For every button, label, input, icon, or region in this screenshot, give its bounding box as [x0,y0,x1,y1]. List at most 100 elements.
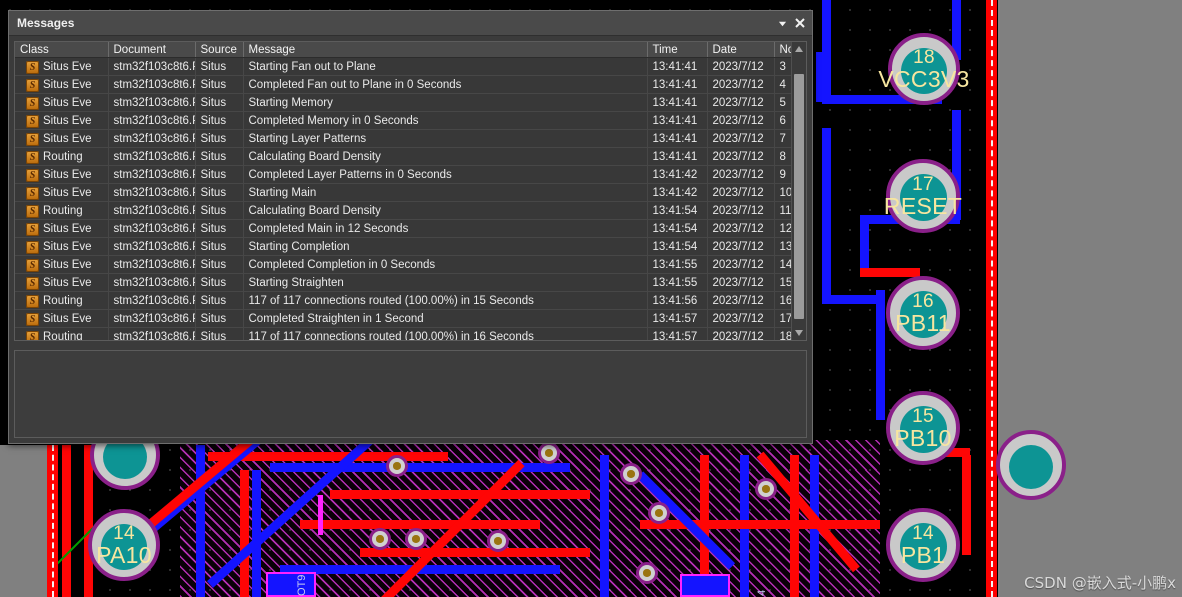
situs-s-icon: S [26,150,39,164]
table-row[interactable]: S Situs Eve stm32f103c8t6.PcISitusComplete… [15,255,791,274]
column-header-no[interactable]: No. [774,42,791,58]
cell-time: 13:41:57 [647,309,708,328]
scroll-up-arrow-icon[interactable] [792,42,806,56]
cell-class-label: Situs Eve [43,132,92,145]
via [386,455,408,477]
cell-date: 2023/7/12 [707,183,775,202]
cell-date: 2023/7/12 [707,291,775,310]
scroll-down-arrow-icon[interactable] [792,326,806,340]
table-row[interactable]: S Situs Eve stm32f103c8t6.PcISitusStarting… [15,273,791,292]
messages-grid-wrapper: Class Document Source Message Time Date … [14,41,807,341]
table-row[interactable]: S Situs Eve stm32f103c8t6.PcISitusComplete… [15,165,791,184]
pad-designator: 18 [913,46,935,68]
cell-time: 13:41:42 [647,165,708,184]
trace-top [330,490,590,499]
table-row[interactable]: S Situs Eve stm32f103c8t6.PcISitusComplete… [15,111,791,130]
table-row[interactable]: S Situs Eve stm32f103c8t6.PcISitusStarting… [15,57,791,76]
column-header-document[interactable]: Document [108,42,196,58]
pad-14-pa10[interactable]: 14 PA10 [88,509,160,581]
column-header-source[interactable]: Source [195,42,244,58]
cell-document: stm32f103c8t6.PcI [108,273,196,292]
cell-message: Completed Completion in 0 Seconds [243,255,648,274]
messages-panel[interactable]: Messages Class Document Source Message T… [8,10,813,444]
cell-time: 13:41:42 [647,183,708,202]
cell-document: stm32f103c8t6.PcI [108,111,196,130]
cell-date: 2023/7/12 [707,327,775,340]
column-header-time[interactable]: Time [647,42,708,58]
trace-bottom [860,215,869,275]
cell-class-label: Situs Eve [43,114,92,127]
table-row[interactable]: S Routing stm32f103c8t6.PcISitusCalculatin… [15,147,791,166]
close-icon[interactable] [792,15,808,31]
smd-pad [680,574,730,597]
situs-s-icon: S [26,168,39,182]
situs-s-icon: S [26,204,39,218]
cell-source: Situs [195,309,244,328]
table-row[interactable]: S Situs Eve stm32f103c8t6.PcISitusStarting… [15,93,791,112]
situs-s-icon: S [26,114,39,128]
trace-multilayer [318,495,323,535]
messages-table: Class Document Source Message Time Date … [15,42,791,340]
column-header-class[interactable]: Class [15,42,109,58]
via [487,530,509,552]
cell-no: 8 [774,147,791,166]
cell-source: Situs [195,147,244,166]
cell-class: S Situs Eve [15,57,109,76]
via [538,442,560,464]
cell-date: 2023/7/12 [707,165,775,184]
cell-document: stm32f103c8t6.PcI [108,201,196,220]
table-row[interactable]: S Routing stm32f103c8t6.PcISitus117 of 117… [15,327,791,340]
column-header-date[interactable]: Date [707,42,775,58]
pad-14-pb1[interactable]: 14 PB1 [886,508,960,582]
column-header-message[interactable]: Message [243,42,648,58]
cell-no: 6 [774,111,791,130]
cell-class-label: Situs Eve [43,240,92,253]
cell-class: S Situs Eve [15,165,109,184]
panel-title: Messages [17,16,75,30]
table-row[interactable]: S Situs Eve stm32f103c8t6.PcISitusComplete… [15,75,791,94]
situs-s-icon: S [26,78,39,92]
scrollbar-thumb[interactable] [794,74,804,319]
situs-s-icon: S [26,312,39,326]
table-row[interactable]: S Situs Eve stm32f103c8t6.PcISitusComplete… [15,219,791,238]
pad-17-reset[interactable]: 17 RESET [884,159,962,233]
cell-source: Situs [195,219,244,238]
cell-source: Situs [195,75,244,94]
messages-panel-titlebar[interactable]: Messages [9,11,812,36]
cell-time: 13:41:55 [647,273,708,292]
cell-class-label: Situs Eve [43,96,92,109]
cell-document: stm32f103c8t6.PcI [108,129,196,148]
trace-bottom [876,290,885,420]
table-row[interactable]: S Routing stm32f103c8t6.PcISitusCalculatin… [15,201,791,220]
pad-netname: PB1 [900,541,946,568]
situs-s-icon: S [26,240,39,254]
table-row[interactable]: S Situs Eve stm32f103c8t6.PcISitusStarting… [15,183,791,202]
table-row[interactable]: S Situs Eve stm32f103c8t6.PcISitusStarting… [15,237,791,256]
cell-no: 4 [774,75,791,94]
messages-grid-viewport[interactable]: Class Document Source Message Time Date … [15,42,791,340]
cell-date: 2023/7/12 [707,309,775,328]
messages-vertical-scrollbar[interactable] [791,42,806,340]
message-detail-pane[interactable] [14,350,807,438]
cell-class: S Situs Eve [15,273,109,292]
pad-16-pb11[interactable]: 16 PB11 [886,276,960,350]
cell-no: 9 [774,165,791,184]
watermark-text: CSDN @嵌入式-小鹏x [1024,574,1176,592]
cell-message: 117 of 117 connections routed (100.00%) … [243,327,648,340]
chevron-down-icon[interactable] [774,15,790,31]
cell-class: S Situs Eve [15,75,109,94]
trace-bottom [822,128,831,298]
cell-message: Completed Fan out to Plane in 0 Seconds [243,75,648,94]
pad-partial-bottom-right[interactable] [996,430,1066,500]
trace-top [62,445,71,597]
cell-class-label: Situs Eve [43,60,92,73]
pad-18-vcc3v3[interactable]: 18 VCC3V3 [878,33,969,105]
table-row[interactable]: S Routing stm32f103c8t6.PcISitus117 of 117… [15,291,791,310]
pad-15-pb10[interactable]: 15 PB10 [886,391,960,465]
trace-top [360,548,590,557]
table-row[interactable]: S Situs Eve stm32f103c8t6.PcISitusComplete… [15,309,791,328]
silkscreen-text: OT9 [296,574,308,596]
scrollbar-track[interactable] [792,56,806,326]
trace-top [300,520,540,529]
table-row[interactable]: S Situs Eve stm32f103c8t6.PcISitusStarting… [15,129,791,148]
